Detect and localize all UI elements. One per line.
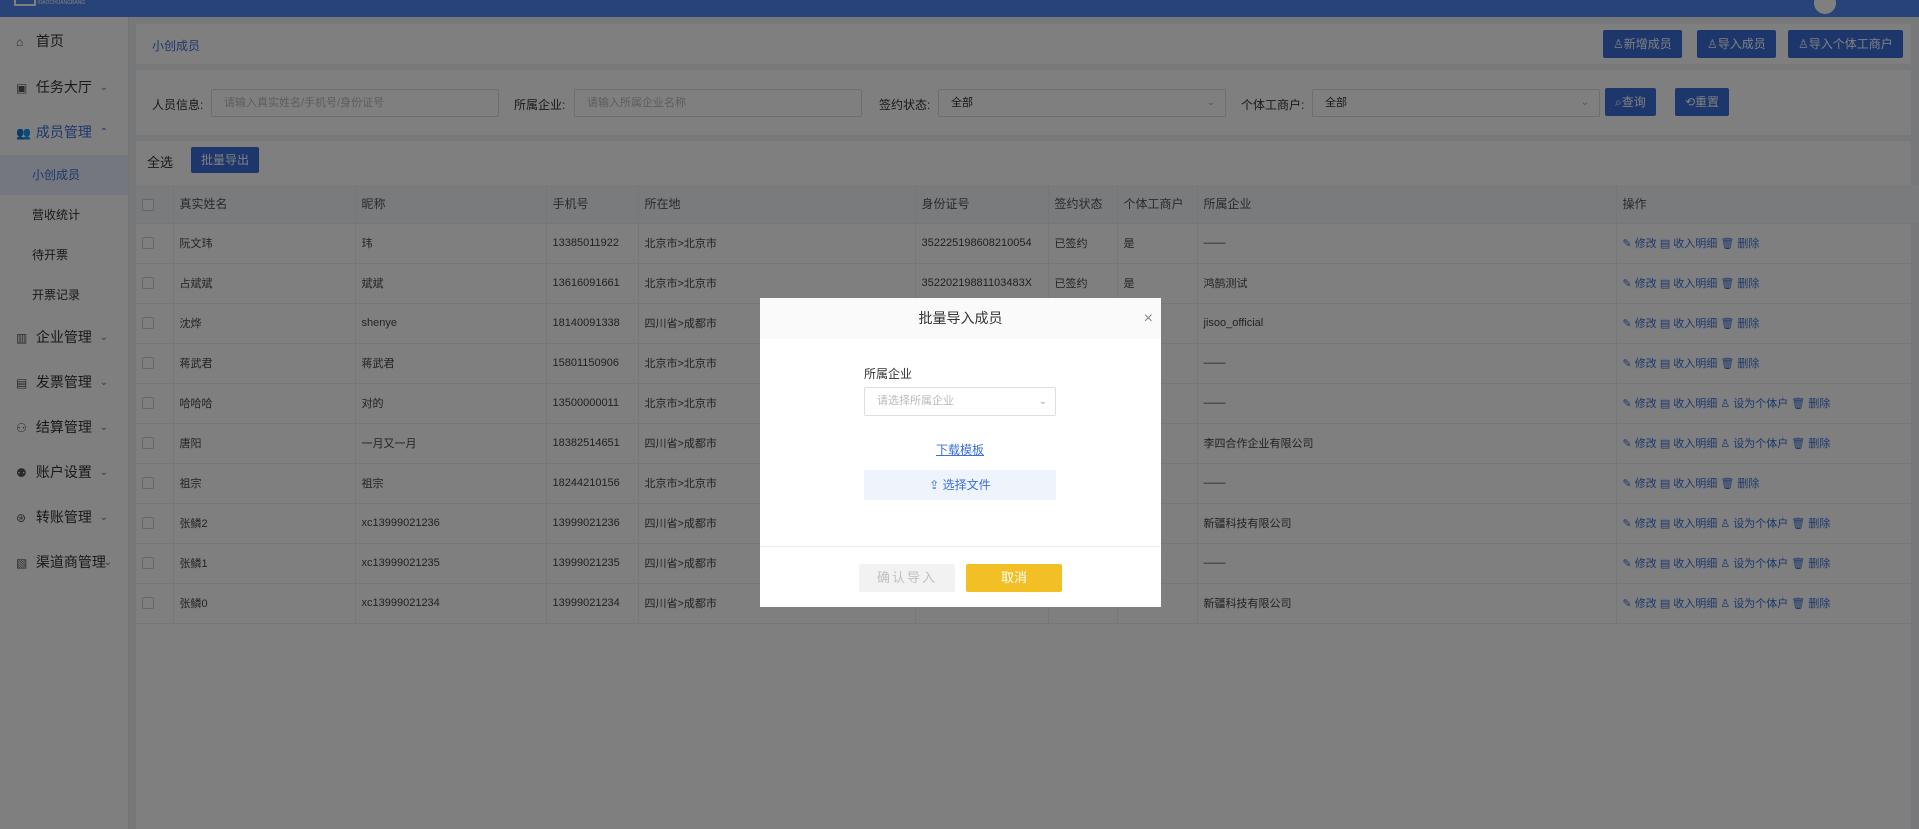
download-template-link[interactable]: 下载模板: [864, 441, 1056, 458]
modal-company-select[interactable]: 请选择所属企业 ⌄: [864, 387, 1056, 416]
cancel-button[interactable]: 取消: [966, 564, 1062, 592]
batch-import-modal: 批量导入成员 × 所属企业 请选择所属企业 ⌄ 下载模板 ⇪ 选择文件 确认导入 …: [760, 298, 1161, 607]
modal-divider: [760, 546, 1161, 547]
confirm-import-button[interactable]: 确认导入: [859, 564, 955, 592]
modal-company-placeholder: 请选择所属企业: [877, 395, 954, 407]
choose-file-button[interactable]: ⇪ 选择文件: [864, 470, 1056, 500]
modal-company-label: 所属企业: [864, 367, 913, 381]
modal-title: 批量导入成员: [918, 310, 1003, 326]
chevron-down-icon: ⌄: [1038, 396, 1047, 407]
close-icon[interactable]: ×: [1144, 298, 1153, 339]
modal-header: 批量导入成员 ×: [760, 298, 1161, 339]
